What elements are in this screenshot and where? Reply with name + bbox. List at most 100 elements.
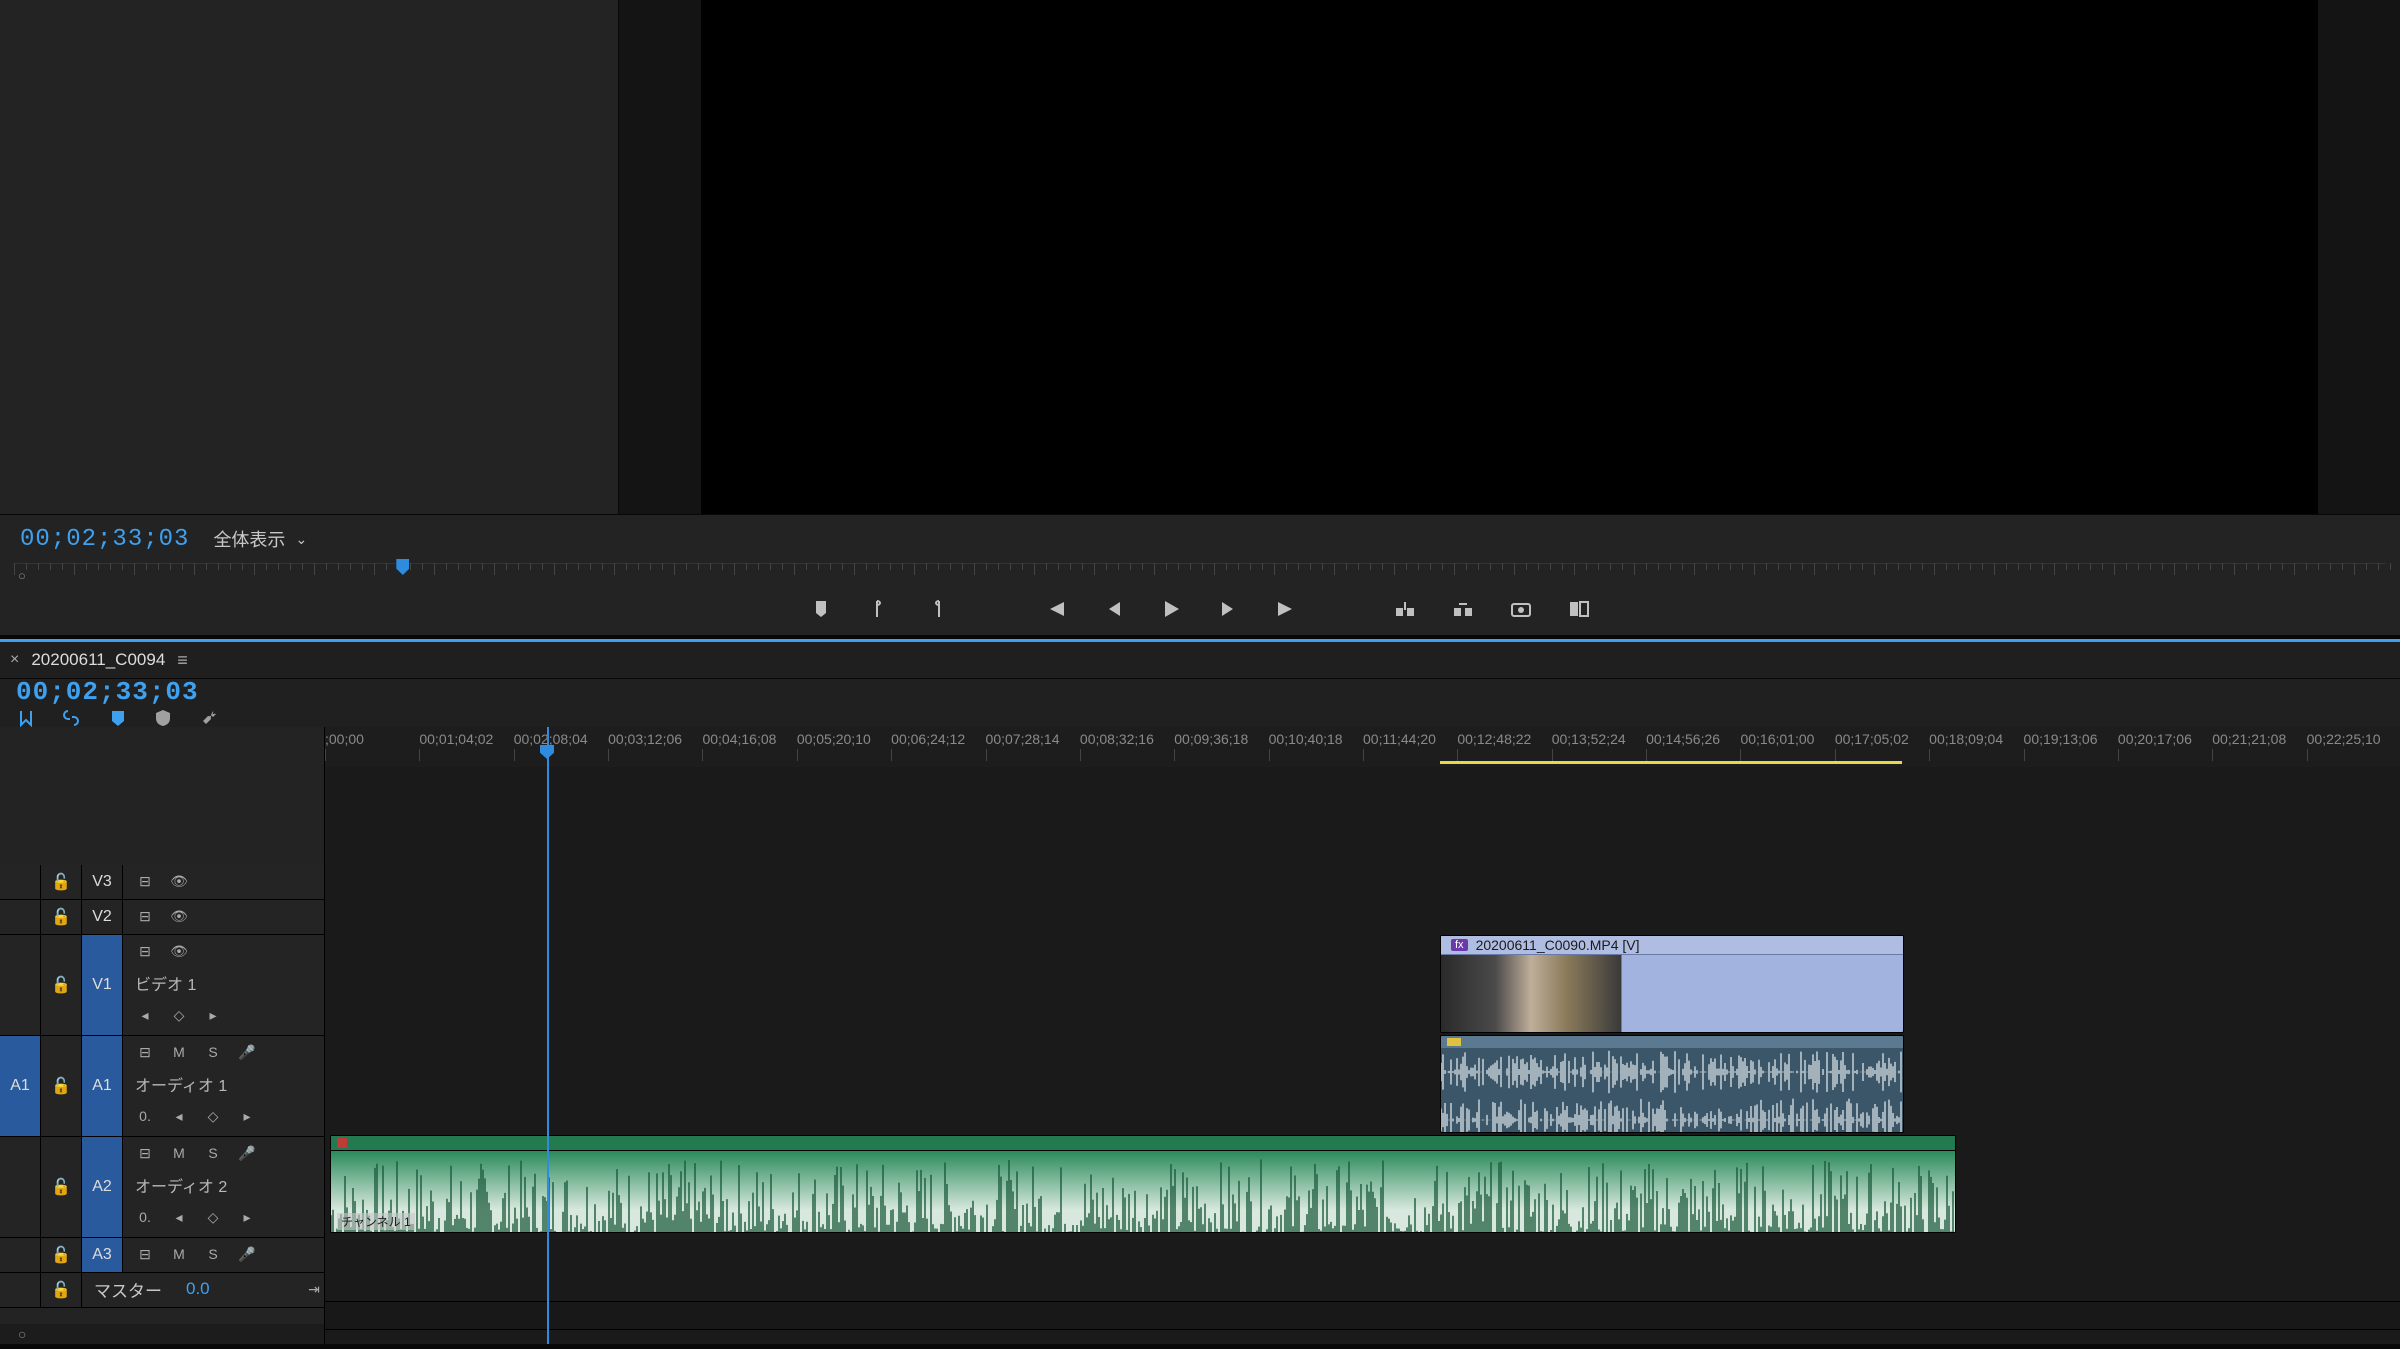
zoom-dropdown[interactable]: 全体表示 ⌄ [213,526,307,552]
master-value[interactable]: 0.0 [186,1279,210,1299]
solo-icon[interactable]: S [203,1244,223,1264]
target-v3[interactable]: V3 [82,865,123,899]
ruler-tick-label: 00;13;52;24 [1552,731,1626,747]
track-header-v3[interactable]: 🔓 V3 ⊟ 👁 [0,865,324,900]
track-v3-lane[interactable] [325,865,2400,900]
src-patch-v3[interactable] [0,865,41,899]
target-a3[interactable]: A3 [82,1238,123,1272]
track-header-v2[interactable]: 🔓 V2 ⊟ 👁 [0,900,324,935]
solo-icon[interactable]: S [203,1143,223,1163]
track-header-master[interactable]: 🔓 マスター0.0⇥ [0,1273,324,1308]
voice-over-icon[interactable]: 🎤 [237,1143,257,1163]
src-patch-a3[interactable] [0,1238,41,1272]
solo-icon[interactable]: S [203,1042,223,1062]
chevron-down-icon: ⌄ [295,531,307,548]
target-a2[interactable]: A2 [82,1137,123,1237]
add-marker-icon[interactable] [807,595,835,623]
ruler-tick-label: 00;14;56;26 [1646,731,1720,747]
step-back-icon[interactable] [1099,595,1127,623]
sync-lock-icon[interactable]: ⊟ [135,1143,155,1163]
lock-master[interactable]: 🔓 [41,1273,82,1307]
lift-icon[interactable] [1391,595,1419,623]
target-v1[interactable]: V1 [82,935,123,1035]
lock-v2[interactable]: 🔓 [41,900,82,934]
kf-add-icon[interactable]: ◇ [203,1106,223,1126]
toggle-output-icon[interactable]: 👁 [169,871,189,891]
track-v2-lane[interactable] [325,899,2400,934]
kf-next-icon[interactable]: ▸ [203,1005,223,1025]
lock-v1[interactable]: 🔓 [41,935,82,1035]
kf-add-icon[interactable]: ◇ [203,1207,223,1227]
zoom-origin: ○ [18,1326,26,1342]
kf-prev-icon[interactable]: ◂ [135,1005,155,1025]
timeline-ruler[interactable]: ;00;0000;01;04;0200;02;08;0400;03;12;060… [325,727,2400,768]
sync-lock-icon[interactable]: ⊟ [135,906,155,926]
go-to-out-icon[interactable] [1273,595,1301,623]
mute-icon[interactable]: M [169,1244,189,1264]
track-a2-lane[interactable]: チャンネル 1 [325,1133,2400,1234]
src-patch-v1[interactable] [0,935,41,1035]
src-patch-v2[interactable] [0,900,41,934]
voice-over-icon[interactable]: 🎤 [237,1042,257,1062]
sync-lock-icon[interactable]: ⊟ [135,941,155,961]
step-fwd-icon[interactable] [1215,595,1243,623]
lock-a1[interactable]: 🔓 [41,1036,82,1136]
mute-icon[interactable]: M [169,1143,189,1163]
lock-v3[interactable]: 🔓 [41,865,82,899]
clip-audio-a2[interactable]: チャンネル 1 [330,1135,1956,1233]
track-header-a3[interactable]: 🔓 A3 ⊟ MS 🎤 [0,1238,324,1273]
src-patch-master[interactable] [0,1273,41,1307]
mute-icon[interactable]: M [169,1042,189,1062]
track-header-a1[interactable]: A1 🔓 A1 ⊟MS🎤 オーディオ 1 0.◂◇▸ [0,1036,324,1137]
timeline-tracks-area[interactable]: ;00;0000;01;04;0200;02;08;0400;03;12;060… [325,727,2400,1344]
toggle-output-icon[interactable]: 👁 [169,906,189,926]
timeline-scrollbar-h[interactable] [325,1329,2400,1344]
kf-prev-icon[interactable]: ◂ [169,1207,189,1227]
lock-a2[interactable]: 🔓 [41,1137,82,1237]
track-a1-lane[interactable] [325,1033,2400,1134]
sequence-tab[interactable]: 20200611_C0094 [31,650,165,670]
clip-video-v1[interactable]: fx 20200611_C0090.MP4 [V] [1440,935,1904,1033]
mark-out-icon[interactable] [923,595,951,623]
track-v1-lane[interactable]: fx 20200611_C0090.MP4 [V] [325,933,2400,1034]
track-header-v1[interactable]: 🔓 V1 ⊟👁 ビデオ 1 ◂◇▸ [0,935,324,1036]
src-patch-a1[interactable]: A1 [0,1036,41,1136]
play-icon[interactable] [1157,595,1185,623]
target-v2[interactable]: V2 [82,900,123,934]
work-area-bar[interactable] [1440,761,1902,764]
fx-badge-icon[interactable]: fx [1451,939,1468,951]
clip-audio-a1[interactable] [1440,1035,1904,1133]
lock-a3[interactable]: 🔓 [41,1238,82,1272]
sync-lock-icon[interactable]: ⊟ [135,1042,155,1062]
audio-fx-red-icon[interactable] [337,1138,347,1148]
sync-lock-icon[interactable]: ⊟ [135,871,155,891]
toggle-output-icon[interactable]: 👁 [169,941,189,961]
kf-add-icon[interactable]: ◇ [169,1005,189,1025]
src-patch-a2[interactable] [0,1137,41,1237]
collapse-icon[interactable]: ⇥ [304,1279,324,1299]
monitor-timecode[interactable]: 00;02;33;03 [20,526,189,553]
voice-over-icon[interactable]: 🎤 [237,1244,257,1264]
ruler-tick-label: 00;12;48;22 [1457,731,1531,747]
timeline-timecode[interactable]: 00;02;33;03 [16,677,340,707]
timeline-playhead-line[interactable] [547,727,549,1344]
tab-menu-icon[interactable]: ≡ [177,650,188,671]
compare-icon[interactable] [1565,595,1593,623]
monitor-video[interactable] [701,0,2318,514]
monitor-ruler[interactable]: ○ [14,563,2386,584]
audio-fx-icon[interactable] [1447,1038,1461,1046]
track-header-a2[interactable]: 🔓 A2 ⊟MS🎤 オーディオ 2 0.◂◇▸ [0,1137,324,1238]
kf-prev-icon[interactable]: ◂ [169,1106,189,1126]
ruler-tick-label: 00;10;40;18 [1269,731,1343,747]
kf-next-icon[interactable]: ▸ [237,1106,257,1126]
extract-icon[interactable] [1449,595,1477,623]
target-a1[interactable]: A1 [82,1036,123,1136]
track-a3-lane[interactable] [325,1233,2400,1268]
sync-lock-icon[interactable]: ⊟ [135,1244,155,1264]
mark-in-icon[interactable] [865,595,893,623]
go-to-in-icon[interactable] [1041,595,1069,623]
track-master-lane[interactable] [325,1267,2400,1302]
kf-next-icon[interactable]: ▸ [237,1207,257,1227]
export-frame-icon[interactable] [1507,595,1535,623]
close-tab-icon[interactable]: × [10,651,19,669]
